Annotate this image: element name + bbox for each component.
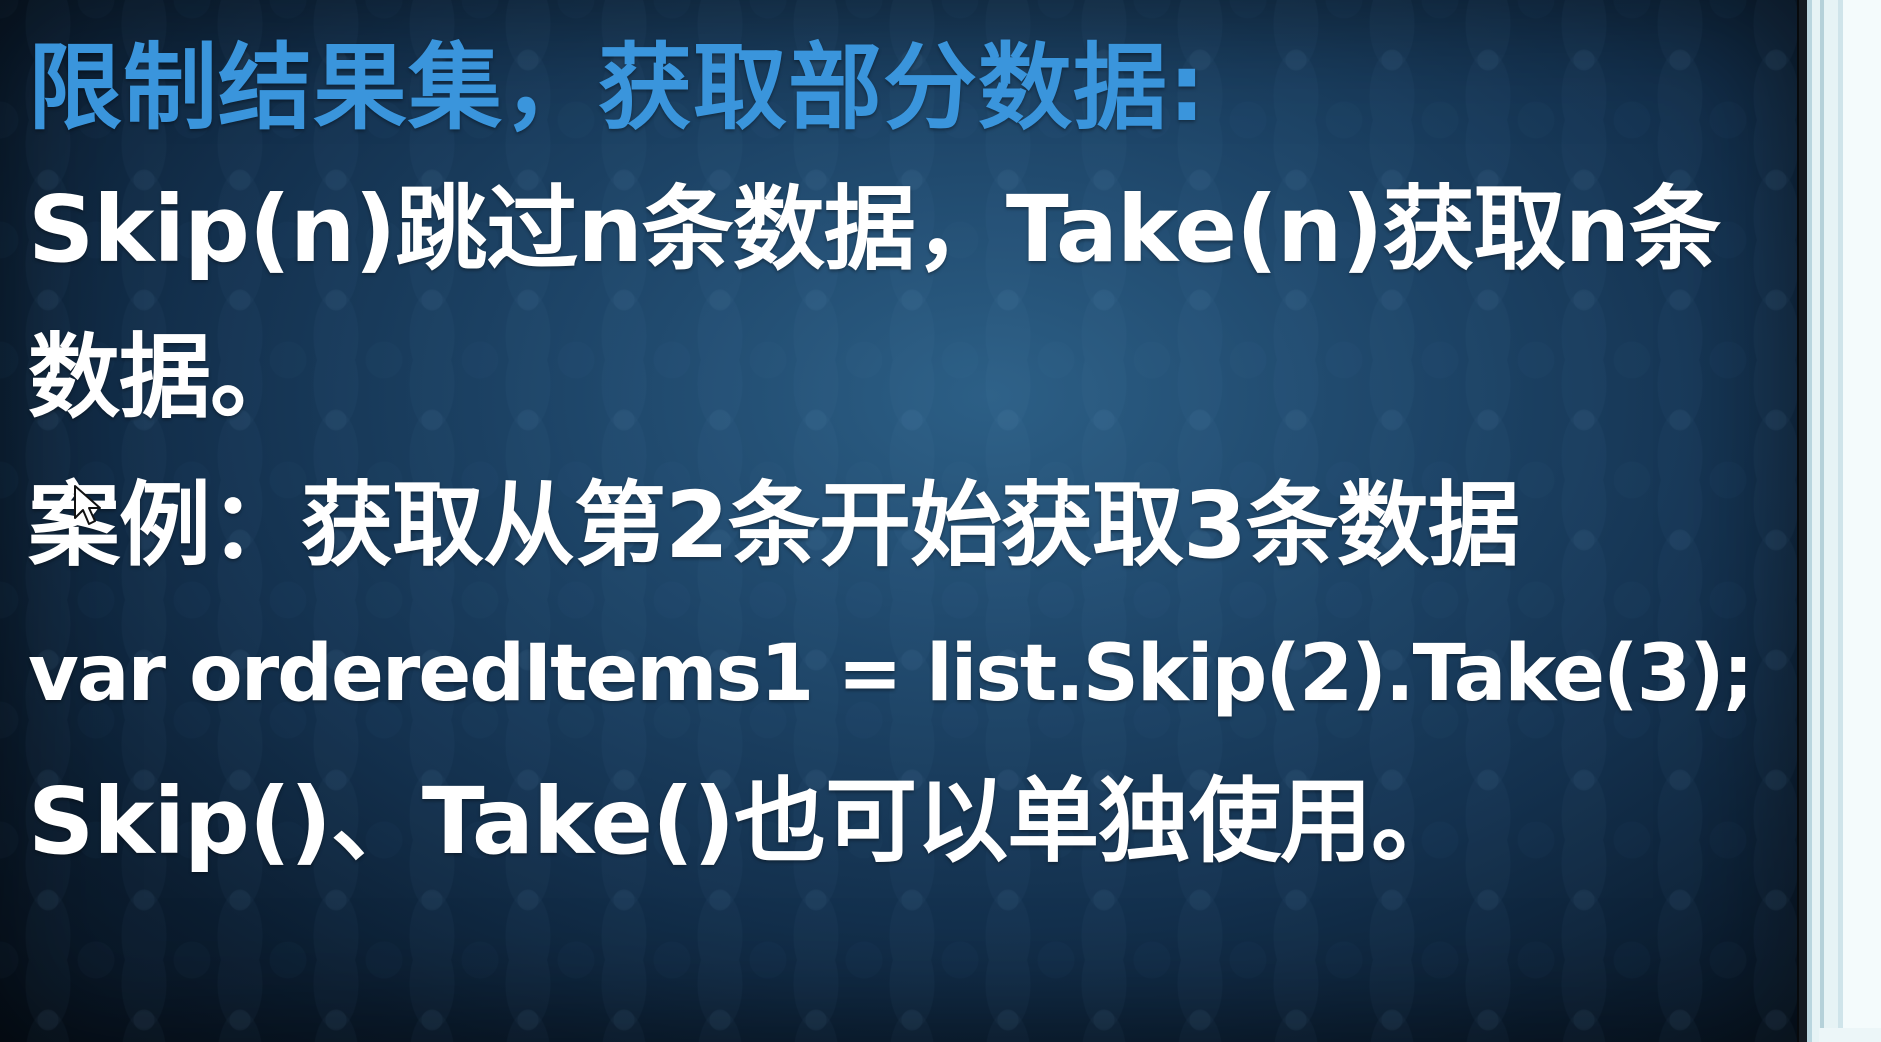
- right-edge-panel: [1797, 0, 1881, 1042]
- screen: 限制结果集，获取部分数据: Skip(n)跳过n条数据，Take(n)获取n条 …: [0, 0, 1881, 1042]
- presentation-slide: 限制结果集，获取部分数据: Skip(n)跳过n条数据，Take(n)获取n条 …: [0, 0, 1797, 1042]
- right-panel-bottom-strip: [1819, 1028, 1881, 1042]
- separate-usage-note: Skip()、Take()也可以单独使用。: [28, 768, 1463, 875]
- skip-take-description-continuation: 数据。: [28, 324, 302, 431]
- slide-title: 限制结果集，获取部分数据:: [28, 34, 1207, 143]
- skip-take-description-line: Skip(n)跳过n条数据，Take(n)获取n条: [28, 176, 1721, 283]
- code-example: var orderedItems1 = list.Skip(2).Take(3)…: [28, 629, 1754, 719]
- example-description: 案例：获取从第2条开始获取3条数据: [28, 472, 1520, 579]
- mouse-pointer-icon: [74, 485, 101, 525]
- slide-content: 限制结果集，获取部分数据: Skip(n)跳过n条数据，Take(n)获取n条 …: [28, 22, 1785, 896]
